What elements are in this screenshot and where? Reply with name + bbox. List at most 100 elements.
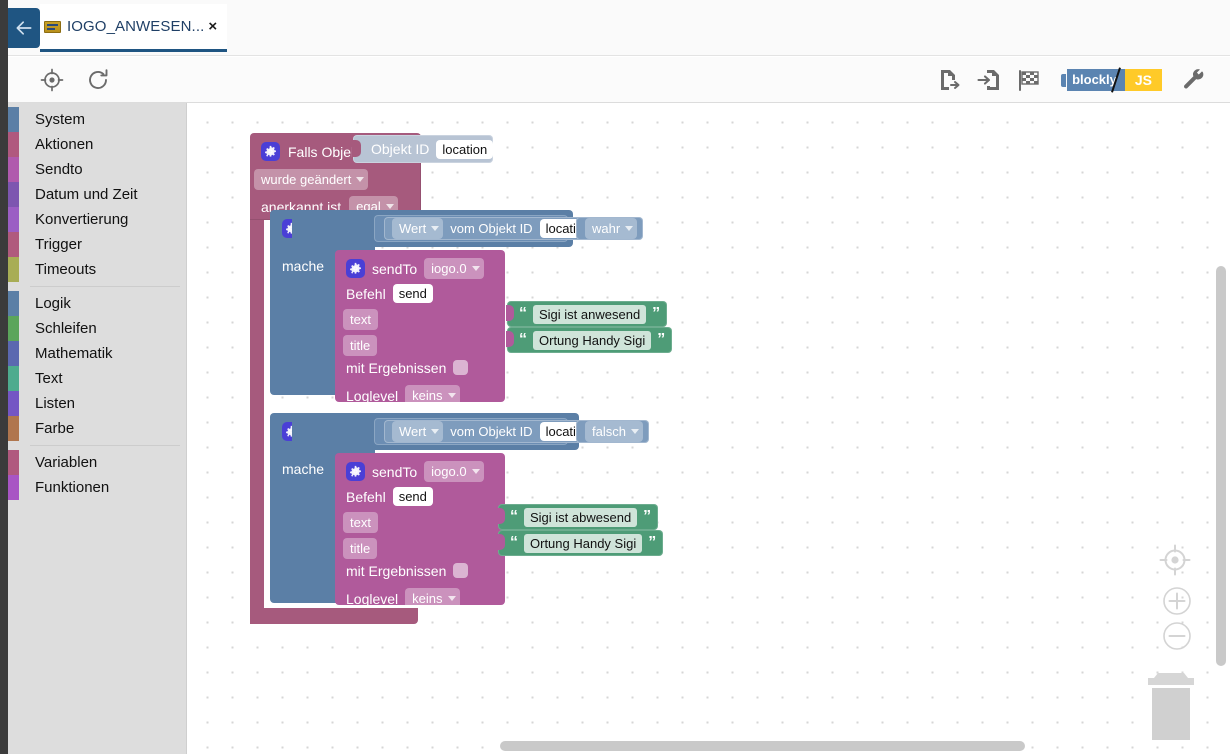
sendto1-instance-dropdown[interactable]: iogo.0 <box>424 258 484 279</box>
sidebar-item-label: Sendto <box>35 161 83 178</box>
toggle-js-label[interactable]: JS <box>1124 69 1162 91</box>
block-sendto-1[interactable]: sendTo iogo.0 Befehl send text title mit… <box>335 250 505 406</box>
block-connector <box>352 140 361 157</box>
tab-iogo-anwesenheit[interactable]: IOGO_ANWESEN... × <box>40 4 228 52</box>
string-value-field[interactable]: Sigi ist abwesend <box>524 507 638 527</box>
sendto2-loglevel-row: Loglevel keins <box>346 588 460 609</box>
category-color-swatch <box>8 391 19 416</box>
sidebar-item-mathematik[interactable]: Mathematik <box>8 341 186 366</box>
sidebar-item-konvertierung[interactable]: Konvertierung <box>8 207 186 232</box>
text-label-2: text <box>343 512 378 533</box>
import-blocks-icon[interactable] <box>977 68 1001 92</box>
sendto1-loglevel-row: Loglevel keins <box>346 385 460 406</box>
gear-icon[interactable] <box>346 259 365 278</box>
block-objekt-id[interactable]: Objekt ID location <box>352 135 494 163</box>
mode-dropdown[interactable]: wurde geändert <box>254 169 369 190</box>
boolean-dropdown-1[interactable]: wahr <box>585 218 638 239</box>
chevron-down-icon <box>630 429 639 434</box>
results-checkbox-1[interactable] <box>453 360 469 375</box>
sidebar-item-trigger[interactable]: Trigger <box>8 232 186 257</box>
block-compare-2[interactable]: Wert vom Objekt ID location = <box>374 418 641 445</box>
center-blocks-icon[interactable] <box>40 68 64 92</box>
sendto2-instance-dropdown[interactable]: iogo.0 <box>424 461 484 482</box>
string-value-field[interactable]: Sigi ist anwesend <box>533 304 647 324</box>
language-toggle[interactable]: blockly JS <box>1061 67 1162 93</box>
block-sendto-2[interactable]: sendTo iogo.0 Befehl send text title mit… <box>335 453 505 609</box>
sidebar-item-text[interactable]: Text <box>8 366 186 391</box>
sidebar-item-label: Logik <box>35 295 71 312</box>
sidebar-item-variablen[interactable]: Variablen <box>8 450 186 475</box>
befehl-field-1[interactable]: send <box>392 284 433 303</box>
sidebar-item-listen[interactable]: Listen <box>8 391 186 416</box>
objid-value-field[interactable]: location <box>436 139 494 159</box>
do1-label: mache <box>282 258 325 274</box>
loglevel-dropdown-2[interactable]: keins <box>405 588 460 609</box>
string-value-field[interactable]: Ortung Handy Sigi <box>533 330 652 350</box>
boolean-dropdown-2[interactable]: falsch <box>585 421 643 442</box>
vertical-scrollbar[interactable] <box>1216 266 1226 666</box>
block-getvalue-1[interactable]: Wert vom Objekt ID location <box>384 217 602 240</box>
toolbox-separator <box>8 282 186 291</box>
block-getvalue-2[interactable]: Wert vom Objekt ID location <box>384 420 602 443</box>
gear-icon[interactable] <box>346 462 365 481</box>
sidebar-item-funktionen[interactable]: Funktionen <box>8 475 186 500</box>
block-compare-1[interactable]: Wert vom Objekt ID location = <box>374 215 641 242</box>
wrench-icon[interactable] <box>1182 68 1206 92</box>
quote-close-icon: ” <box>657 331 666 348</box>
results-label-1: mit Ergebnissen <box>346 359 447 376</box>
chevron-down-icon <box>471 266 480 271</box>
sidebar-item-aktionen[interactable]: Aktionen <box>8 132 186 157</box>
block-boolean-2[interactable]: falsch <box>576 420 649 443</box>
checkered-flag-icon[interactable] <box>1017 69 1041 91</box>
getter-dropdown-1[interactable]: Wert <box>392 218 444 239</box>
sidebar-item-datum-und-zeit[interactable]: Datum und Zeit <box>8 182 186 207</box>
block-string-text-1[interactable]: “ Sigi ist anwesend ” <box>506 301 668 327</box>
trash-icon[interactable] <box>1140 668 1202 748</box>
chevron-down-icon <box>447 596 456 601</box>
horizontal-scrollbar[interactable] <box>500 741 1025 751</box>
sidebar-item-system[interactable]: System <box>8 107 186 132</box>
sidebar-item-sendto[interactable]: Sendto <box>8 157 186 182</box>
string-value-field[interactable]: Ortung Handy Sigi <box>524 533 643 553</box>
blockly-workspace[interactable]: Falls Objekt wurde geändert anerkannt is… <box>187 103 1230 754</box>
results-checkbox-2[interactable] <box>453 563 469 578</box>
block-string-title-1[interactable]: “ Ortung Handy Sigi ” <box>506 327 673 353</box>
quote-open-icon: “ <box>519 305 527 322</box>
title-label-1: title <box>343 335 378 356</box>
block-string-title-2[interactable]: “ Ortung Handy Sigi ” <box>497 530 664 556</box>
block-boolean-1[interactable]: wahr <box>576 217 644 240</box>
category-color-swatch <box>8 416 19 441</box>
chevron-down-icon <box>431 226 440 231</box>
sidebar-item-schleifen[interactable]: Schleifen <box>8 316 186 341</box>
sidebar-item-logik[interactable]: Logik <box>8 291 186 316</box>
boolean-label: falsch <box>592 424 626 439</box>
getter-dropdown-2[interactable]: Wert <box>392 421 444 442</box>
toggle-notch <box>1061 73 1067 87</box>
befehl-field-2[interactable]: send <box>392 487 433 506</box>
sidebar-item-timeouts[interactable]: Timeouts <box>8 257 186 282</box>
category-color-swatch <box>8 450 19 475</box>
zoom-out-icon[interactable] <box>1162 621 1192 656</box>
loglevel-dropdown-1[interactable]: keins <box>405 385 460 406</box>
block-string-text-2[interactable]: “ Sigi ist abwesend ” <box>497 504 659 530</box>
export-blocks-icon[interactable] <box>937 68 961 92</box>
tab-title: IOGO_ANWESEN... <box>67 18 205 35</box>
block-connector <box>506 305 514 321</box>
sidebar-item-label: Timeouts <box>35 261 97 278</box>
gear-icon[interactable] <box>261 142 280 161</box>
close-icon[interactable]: × <box>208 18 217 35</box>
zoom-in-icon[interactable] <box>1162 586 1192 621</box>
sendto2-text-row: text <box>343 512 378 533</box>
if2-condition-bar: Wert vom Objekt ID location = falsch <box>292 413 649 450</box>
back-button[interactable] <box>8 8 40 48</box>
category-color-swatch <box>8 366 19 391</box>
sidebar-item-label: Datum und Zeit <box>35 186 138 203</box>
reload-icon[interactable] <box>86 68 110 92</box>
center-target-icon[interactable] <box>1158 543 1192 582</box>
quote-open-icon: “ <box>510 534 518 551</box>
getter-label-1: vom Objekt ID <box>450 221 533 236</box>
sidebar-item-label: Trigger <box>35 236 82 253</box>
sendto1-results-row: mit Ergebnissen <box>346 359 469 376</box>
sidebar-item-farbe[interactable]: Farbe <box>8 416 186 441</box>
